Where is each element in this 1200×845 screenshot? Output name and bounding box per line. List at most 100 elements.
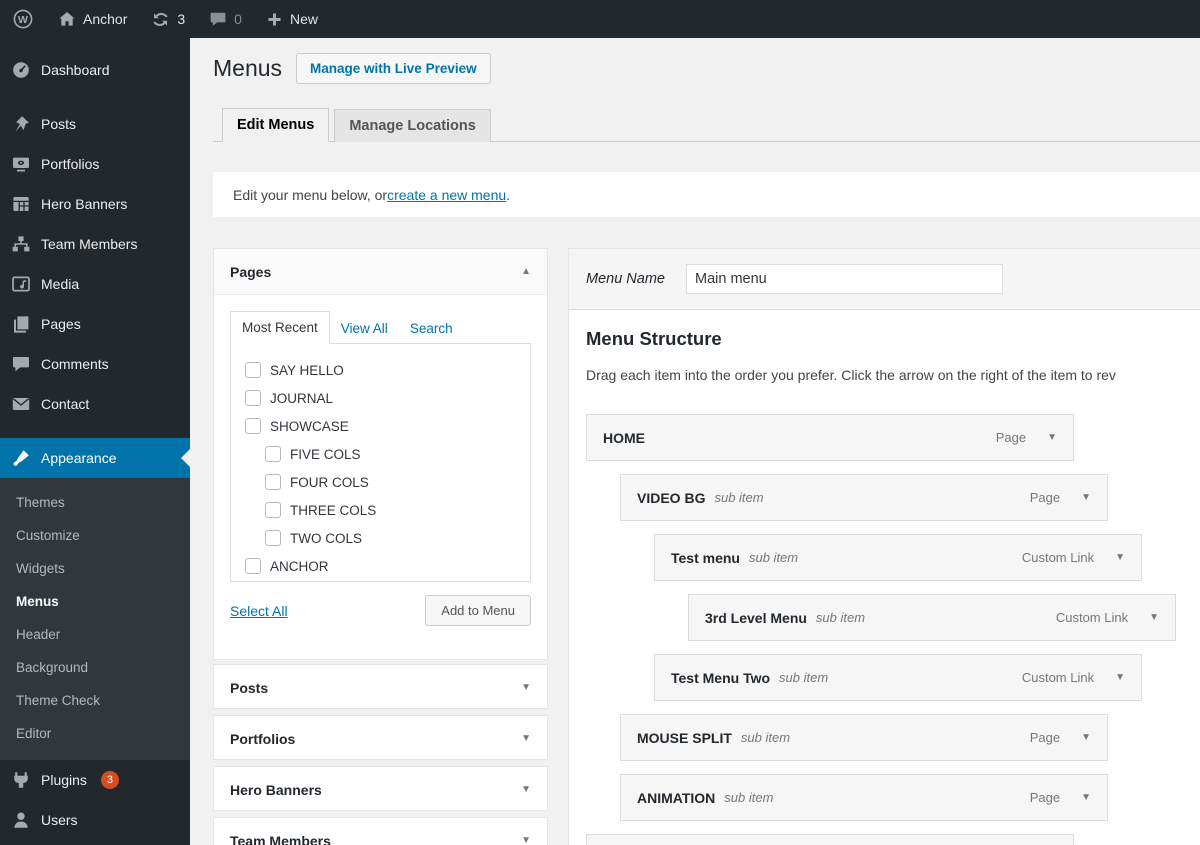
item-options-arrow-icon[interactable]: ▼ — [1109, 548, 1131, 567]
menu-item-test-menu-two[interactable]: Test Menu Two sub item Custom Link ▼ — [654, 654, 1142, 701]
sidebar-item-appearance[interactable]: Appearance — [0, 438, 190, 478]
main-content: Menus Manage with Live Preview Edit Menu… — [190, 38, 1200, 845]
nav-tabs: Edit Menus Manage Locations — [213, 108, 1200, 142]
expand-down-icon[interactable]: ▼ — [521, 682, 531, 693]
menu-structure-help: Drag each item into the order you prefer… — [586, 367, 1116, 383]
posts-box-header[interactable]: Posts ▼ — [214, 665, 547, 710]
menu-item-type: Custom Link — [1021, 550, 1095, 565]
item-options-arrow-icon[interactable]: ▼ — [1075, 488, 1097, 507]
select-all-link[interactable]: Select All — [230, 603, 288, 619]
hero-banners-box-header[interactable]: Hero Banners ▼ — [214, 767, 547, 812]
admin-bar-new[interactable]: New — [254, 0, 330, 38]
expand-down-icon[interactable]: ▼ — [521, 835, 531, 845]
admin-bar-site-name[interactable]: Anchor — [46, 0, 139, 38]
item-options-arrow-icon[interactable]: ▼ — [1143, 608, 1165, 627]
updates-icon — [153, 12, 168, 26]
create-new-menu-link[interactable]: create a new menu — [387, 187, 506, 203]
menu-item-title: MOUSE SPLIT — [637, 729, 732, 746]
menu-item-type: Custom Link — [1021, 670, 1095, 685]
item-options-arrow-icon[interactable]: ▼ — [1041, 428, 1063, 447]
sidebar-item-comments[interactable]: Comments — [0, 344, 190, 384]
updates-count: 3 — [177, 11, 186, 27]
submenu-item-editor[interactable]: Editor — [0, 717, 190, 750]
sidebar-item-label: Media — [41, 276, 80, 292]
checkbox[interactable] — [245, 418, 261, 434]
submenu-item-header[interactable]: Header — [0, 618, 190, 651]
sidebar-item-posts[interactable]: Posts — [0, 104, 190, 144]
admin-bar-comments[interactable]: 0 — [197, 0, 254, 38]
checkbox[interactable] — [265, 446, 281, 462]
checkbox[interactable] — [265, 502, 281, 518]
submenu-item-background[interactable]: Background — [0, 651, 190, 684]
admin-bar-updates[interactable]: 3 — [139, 0, 197, 38]
sidebar-item-pages[interactable]: Pages — [0, 304, 190, 344]
page-title: Menus — [213, 55, 283, 81]
tab-edit-menus[interactable]: Edit Menus — [222, 108, 330, 142]
sidebar-item-plugins[interactable]: Plugins 3 — [0, 760, 190, 800]
menu-item-partial[interactable] — [586, 834, 1074, 845]
team-icon — [12, 236, 30, 252]
submenu-item-customize[interactable]: Customize — [0, 519, 190, 552]
pages-box: Pages ▲ Most Recent View All Search SAY … — [213, 248, 548, 660]
tab-most-recent[interactable]: Most Recent — [230, 311, 330, 344]
page-checkbox-row: FOUR COLS — [231, 468, 530, 496]
sidebar-item-label: Comments — [41, 356, 109, 372]
menu-name-label: Menu Name — [586, 271, 665, 287]
sidebar-item-contact[interactable]: Contact — [0, 384, 190, 424]
expand-down-icon[interactable]: ▼ — [521, 784, 531, 795]
current-menu-arrow — [181, 449, 190, 467]
tab-search[interactable]: Search — [399, 313, 464, 344]
menu-item-title: HOME — [603, 429, 645, 446]
checkbox[interactable] — [245, 362, 261, 378]
menu-name-input[interactable] — [686, 264, 1003, 294]
page-item-label: ANCHOR — [270, 558, 329, 574]
dashboard-icon — [13, 62, 29, 78]
sidebar-item-hero-banners[interactable]: Hero Banners — [0, 184, 190, 224]
sidebar-item-portfolios[interactable]: Portfolios — [0, 144, 190, 184]
sidebar-item-label: Posts — [41, 116, 77, 132]
submenu-item-widgets[interactable]: Widgets — [0, 552, 190, 585]
sidebar-item-team-members[interactable]: Team Members — [0, 224, 190, 264]
menu-item-type: Page — [1029, 790, 1061, 805]
menu-item-subitem-label: sub item — [714, 490, 764, 505]
sidebar-item-label: Portfolios — [41, 156, 100, 172]
sidebar-item-media[interactable]: Media — [0, 264, 190, 304]
checkbox[interactable] — [265, 530, 281, 546]
checkbox[interactable] — [245, 390, 261, 406]
sidebar-item-label: Team Members — [41, 236, 138, 252]
portfolios-box-header[interactable]: Portfolios ▼ — [214, 716, 547, 761]
add-to-menu-button[interactable]: Add to Menu — [425, 595, 531, 626]
item-options-arrow-icon[interactable]: ▼ — [1109, 668, 1131, 687]
expand-down-icon[interactable]: ▼ — [521, 733, 531, 744]
collapse-up-icon[interactable]: ▲ — [521, 266, 531, 277]
submenu-item-menus[interactable]: Menus — [0, 585, 190, 618]
pin-icon — [15, 116, 29, 132]
wordpress-logo-button[interactable]: W — [0, 0, 46, 38]
menu-item-animation[interactable]: ANIMATION sub item Page ▼ — [620, 774, 1108, 821]
hero-banners-box: Hero Banners ▼ — [213, 766, 548, 811]
submenu-item-themes[interactable]: Themes — [0, 486, 190, 519]
checkbox[interactable] — [245, 558, 261, 574]
tab-view-all[interactable]: View All — [330, 313, 399, 344]
sidebar-item-users[interactable]: Users — [0, 800, 190, 840]
home-icon — [59, 12, 75, 26]
team-members-box-header[interactable]: Team Members ▼ — [214, 818, 547, 845]
tab-manage-locations[interactable]: Manage Locations — [334, 109, 491, 142]
sidebar-item-dashboard[interactable]: Dashboard — [0, 50, 190, 90]
menu-item-subitem-label: sub item — [748, 550, 799, 565]
menu-item-video-bg[interactable]: VIDEO BG sub item Page ▼ — [620, 474, 1108, 521]
menu-item-test-menu[interactable]: Test menu sub item Custom Link ▼ — [654, 534, 1142, 581]
menu-item-3rd-level-menu[interactable]: 3rd Level Menu sub item Custom Link ▼ — [688, 594, 1176, 641]
menu-item-home[interactable]: HOME Page ▼ — [586, 414, 1074, 461]
pages-box-header[interactable]: Pages ▲ — [214, 249, 547, 295]
item-options-arrow-icon[interactable]: ▼ — [1075, 728, 1097, 747]
menu-item-mouse-split[interactable]: MOUSE SPLIT sub item Page ▼ — [620, 714, 1108, 761]
page-item-label: TWO COLS — [290, 530, 363, 546]
sidebar-item-label: Contact — [41, 396, 90, 412]
submenu-item-theme-check[interactable]: Theme Check — [0, 684, 190, 717]
pages-box-title: Pages — [230, 263, 272, 280]
manage-live-preview-button[interactable]: Manage with Live Preview — [296, 53, 491, 84]
pages-icon — [14, 316, 29, 333]
checkbox[interactable] — [265, 474, 281, 490]
item-options-arrow-icon[interactable]: ▼ — [1075, 788, 1097, 807]
